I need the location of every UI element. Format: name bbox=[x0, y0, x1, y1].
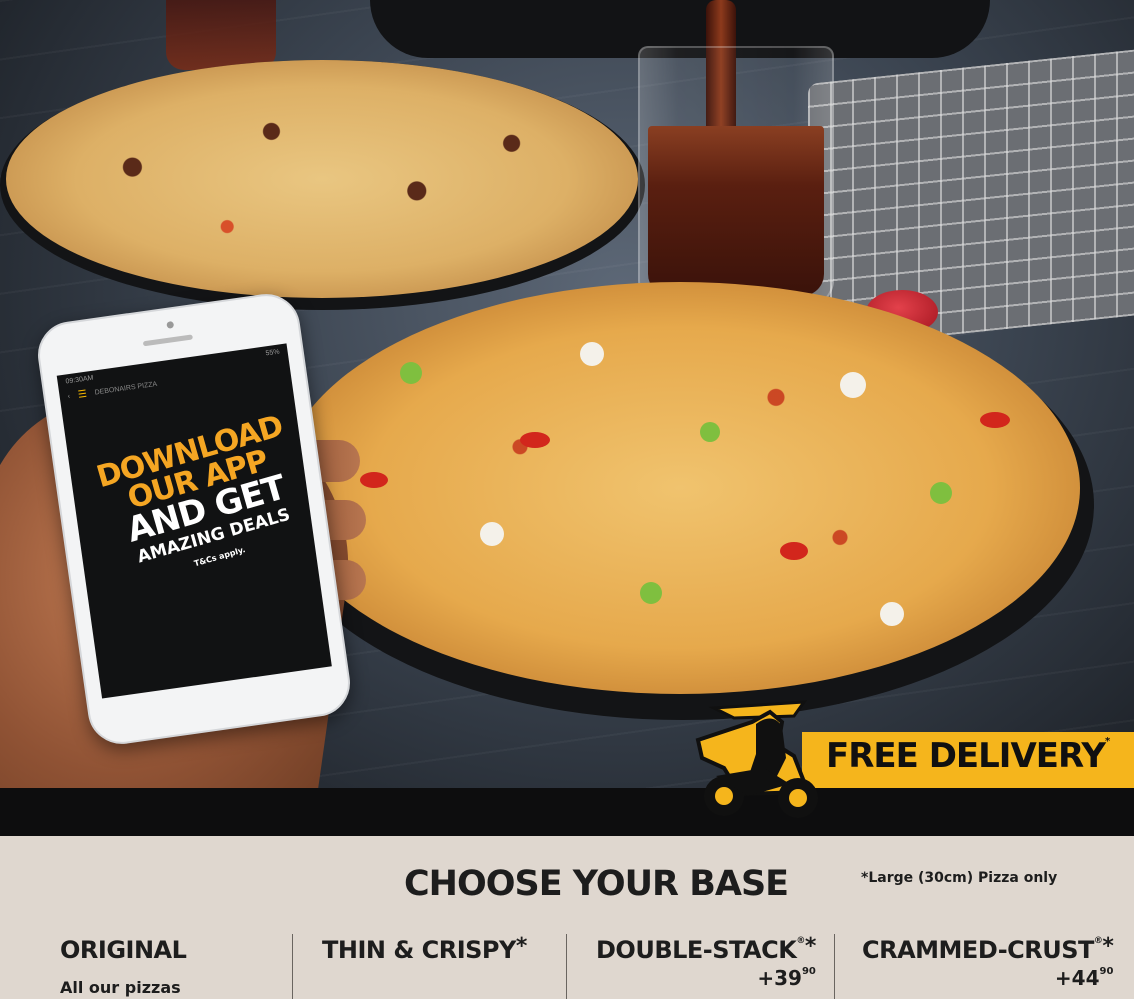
back-arrow-icon[interactable]: ‹ bbox=[67, 393, 70, 400]
hero-photo: 09:30AM 55% ‹ ☰ DEBONAIRS PIZZA DOWNLOAD… bbox=[0, 0, 1134, 836]
phone-screen: 09:30AM 55% ‹ ☰ DEBONAIRS PIZZA DOWNLOAD… bbox=[56, 343, 332, 699]
pizza-toppings bbox=[280, 282, 1080, 694]
column-divider bbox=[834, 934, 835, 999]
cola-liquid bbox=[648, 126, 824, 296]
free-delivery-text: FREE DELIVERY* bbox=[826, 736, 1110, 776]
app-title: DEBONAIRS PIZZA bbox=[94, 380, 158, 397]
column-divider bbox=[566, 934, 567, 999]
cola-glass bbox=[638, 46, 834, 308]
choose-base-section: CHOOSE YOUR BASE *Large (30cm) Pizza onl… bbox=[0, 836, 1134, 999]
base-name: CRAMMED-CRUST®* bbox=[862, 934, 1114, 965]
phone-speaker bbox=[142, 334, 193, 347]
phone-camera bbox=[166, 320, 175, 329]
meat-pizza bbox=[6, 60, 638, 298]
column-divider bbox=[292, 934, 293, 999]
base-name: DOUBLE-STACK®* bbox=[596, 934, 816, 965]
status-time: 09:30AM bbox=[65, 374, 94, 386]
base-option-original[interactable]: ORIGINAL All our pizzas bbox=[60, 936, 187, 997]
app-promo: DOWNLOAD OUR APP AND GET AMAZING DEALS T… bbox=[90, 409, 317, 588]
base-option-crammed-crust[interactable]: CRAMMED-CRUST®* +4490 bbox=[862, 934, 1114, 991]
size-note: *Large (30cm) Pizza only bbox=[861, 870, 1058, 886]
chicken-pizza bbox=[280, 282, 1080, 694]
base-name: THIN & CRISPY* bbox=[322, 934, 527, 965]
black-band bbox=[0, 788, 1134, 836]
base-option-thin-crispy[interactable]: THIN & CRISPY* bbox=[322, 934, 527, 965]
cola-glass-background bbox=[166, 0, 276, 70]
hamburger-menu-icon[interactable]: ☰ bbox=[77, 389, 87, 401]
status-battery: 55% bbox=[265, 348, 281, 358]
base-option-double-stack[interactable]: DOUBLE-STACK®* +3990 bbox=[596, 934, 816, 991]
section-title: CHOOSE YOUR BASE bbox=[404, 864, 789, 904]
scooter-rider-icon bbox=[695, 700, 818, 818]
base-description: All our pizzas bbox=[60, 978, 181, 997]
base-price: +4490 bbox=[1054, 966, 1114, 990]
base-price: +3990 bbox=[757, 966, 816, 990]
base-name: ORIGINAL bbox=[60, 936, 187, 964]
